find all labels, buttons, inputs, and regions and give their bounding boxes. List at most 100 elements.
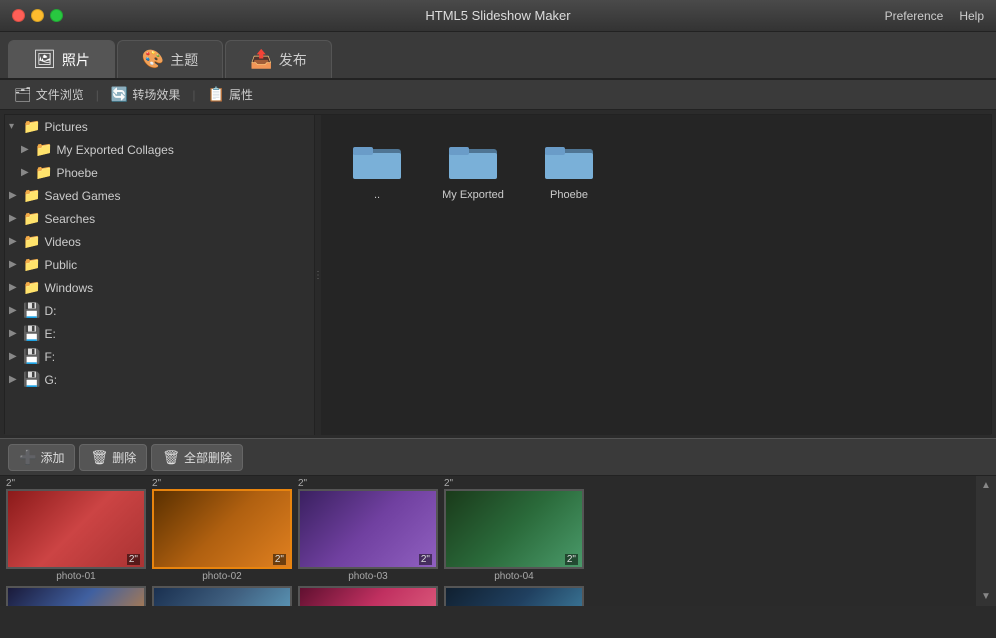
delete-button[interactable]: 🗑 删除 xyxy=(79,444,147,471)
tree-icon-my-exported-collages: 📁 xyxy=(35,141,52,158)
delete-all-label: 全部删除 xyxy=(184,449,232,466)
photo-item-02[interactable]: 2" 2" photo-02 xyxy=(152,478,292,582)
photo-02-thumb[interactable]: 2" xyxy=(152,489,292,569)
strip-scrollbar[interactable]: ▲ ▼ xyxy=(976,476,996,606)
photo-item-05[interactable]: ⚙ xyxy=(6,586,146,606)
photo-item-08[interactable]: ⚙ xyxy=(444,586,584,606)
scroll-up-arrow[interactable]: ▲ xyxy=(981,480,991,491)
photo-02-dur-bottom: 2" xyxy=(273,554,286,565)
tree-arrow-phoebe: ▶ xyxy=(21,167,31,178)
photo-06-thumb[interactable] xyxy=(152,586,292,606)
tree-label-phoebe: Phoebe xyxy=(56,166,97,180)
folder-label-parent: .. xyxy=(374,189,380,201)
bottom-toolbar: ➕ 添加 🗑 删除 🗑 全部删除 xyxy=(0,438,996,476)
tree-arrow-d: ▶ xyxy=(9,305,19,316)
photo-item-07[interactable]: ⚙ xyxy=(298,586,438,606)
tree-item-saved-games[interactable]: ▶ 📁 Saved Games xyxy=(5,184,314,207)
tree-icon-d: 💾 xyxy=(23,302,40,319)
close-button[interactable] xyxy=(12,9,25,22)
photo-item-04[interactable]: 2" 2" photo-04 xyxy=(444,478,584,582)
properties-icon: 📋 xyxy=(208,86,225,103)
tab-themes[interactable]: 🎨 主题 xyxy=(117,40,223,78)
tree-arrow-videos: ▶ xyxy=(9,236,19,247)
file-browser[interactable]: .. My Exported Phoebe xyxy=(321,115,991,435)
file-tree[interactable]: ▾ 📁 Pictures ▶ 📁 My Exported Collages ▶ … xyxy=(5,115,315,435)
tree-label-videos: Videos xyxy=(44,235,80,249)
scroll-down-arrow[interactable]: ▼ xyxy=(981,591,991,602)
photo-01-dur-bottom: 2" xyxy=(127,554,140,565)
tree-arrow-my-exported-collages: ▶ xyxy=(21,144,31,155)
tree-icon-windows: 📁 xyxy=(23,279,40,296)
tree-arrow-e: ▶ xyxy=(9,328,19,339)
photo-08-thumb[interactable] xyxy=(444,586,584,606)
tree-icon-public: 📁 xyxy=(23,256,40,273)
menu-right: Preference Help xyxy=(885,9,984,23)
tree-item-public[interactable]: ▶ 📁 Public xyxy=(5,253,314,276)
delete-all-button[interactable]: 🗑 全部删除 xyxy=(151,444,243,471)
main-tabs: 🖼 照片 🎨 主题 📤 发布 xyxy=(0,32,996,80)
tab-publish[interactable]: 📤 发布 xyxy=(225,40,331,78)
tree-label-saved-games: Saved Games xyxy=(44,189,120,203)
tree-item-f[interactable]: ▶ 💾 F: xyxy=(5,345,314,368)
toolbar-sep-1: | xyxy=(96,88,99,102)
tree-item-d[interactable]: ▶ 💾 D: xyxy=(5,299,314,322)
tree-label-pictures: Pictures xyxy=(44,120,87,134)
folder-item-phoebe[interactable]: Phoebe xyxy=(529,131,609,209)
tree-icon-e: 💾 xyxy=(23,325,40,342)
help-menu[interactable]: Help xyxy=(959,9,984,23)
tree-icon-videos: 📁 xyxy=(23,233,40,250)
toolbar: 🗂 文件浏览 | 🔄 转场效果 | 📋 属性 xyxy=(0,80,996,110)
tree-icon-phoebe: 📁 xyxy=(35,164,52,181)
photo-01-thumb[interactable]: 2" xyxy=(6,489,146,569)
photo-07-thumb[interactable] xyxy=(298,586,438,606)
photo-03-dur-top: 2" xyxy=(298,478,307,489)
tree-label-searches: Searches xyxy=(44,212,95,226)
tree-label-d: D: xyxy=(44,304,56,318)
maximize-button[interactable] xyxy=(50,9,63,22)
delete-all-icon: 🗑 xyxy=(162,449,180,466)
folder-item-my-exported[interactable]: My Exported xyxy=(433,131,513,209)
tree-icon-searches: 📁 xyxy=(23,210,40,227)
tree-label-g: G: xyxy=(44,373,57,387)
tree-arrow-public: ▶ xyxy=(9,259,19,270)
themes-tab-label: 主题 xyxy=(170,50,198,70)
app-title: HTML5 Slideshow Maker xyxy=(425,8,570,23)
photo-strip-row2: ⚙ ⚙ ⚙ ⚙ xyxy=(0,584,996,606)
tree-icon-g: 💾 xyxy=(23,371,40,388)
tree-icon-pictures: 📁 xyxy=(23,118,40,135)
file-browser-btn[interactable]: 🗂 文件浏览 xyxy=(8,84,90,105)
tree-item-my-exported-collages[interactable]: ▶ 📁 My Exported Collages xyxy=(5,138,314,161)
photo-03-thumb[interactable]: 2" xyxy=(298,489,438,569)
add-button[interactable]: ➕ 添加 xyxy=(8,444,75,471)
tree-item-phoebe[interactable]: ▶ 📁 Phoebe xyxy=(5,161,314,184)
tree-item-e[interactable]: ▶ 💾 E: xyxy=(5,322,314,345)
minimize-button[interactable] xyxy=(31,9,44,22)
photo-item-06[interactable]: ⚙ xyxy=(152,586,292,606)
tab-photos[interactable]: 🖼 照片 xyxy=(8,40,115,78)
preference-menu[interactable]: Preference xyxy=(885,9,944,23)
tree-item-windows[interactable]: ▶ 📁 Windows xyxy=(5,276,314,299)
properties-btn[interactable]: 📋 属性 xyxy=(202,84,259,105)
photo-04-dur-bottom: 2" xyxy=(565,554,578,565)
transitions-icon: 🔄 xyxy=(111,86,128,103)
tree-item-videos[interactable]: ▶ 📁 Videos xyxy=(5,230,314,253)
delete-label: 删除 xyxy=(112,449,136,466)
tree-label-my-exported-collages: My Exported Collages xyxy=(56,143,173,157)
tree-item-pictures[interactable]: ▾ 📁 Pictures xyxy=(5,115,314,138)
transitions-btn[interactable]: 🔄 转场效果 xyxy=(105,84,186,105)
browser-area: ▾ 📁 Pictures ▶ 📁 My Exported Collages ▶ … xyxy=(4,114,992,434)
tree-label-e: E: xyxy=(44,327,55,341)
photo-04-thumb[interactable]: 2" xyxy=(444,489,584,569)
photo-02-dur-top: 2" xyxy=(152,478,161,489)
add-icon: ➕ xyxy=(19,449,36,466)
tree-item-g[interactable]: ▶ 💾 G: xyxy=(5,368,314,391)
tree-arrow-windows: ▶ xyxy=(9,282,19,293)
tree-item-searches[interactable]: ▶ 📁 Searches xyxy=(5,207,314,230)
folder-item-parent[interactable]: .. xyxy=(337,131,417,209)
photo-item-01[interactable]: 2" 2" photo-01 xyxy=(6,478,146,582)
tree-label-public: Public xyxy=(44,258,77,272)
tree-arrow-saved-games: ▶ xyxy=(9,190,19,201)
folder-icon-parent xyxy=(351,139,403,183)
photo-05-thumb[interactable] xyxy=(6,586,146,606)
photo-item-03[interactable]: 2" 2" photo-03 xyxy=(298,478,438,582)
